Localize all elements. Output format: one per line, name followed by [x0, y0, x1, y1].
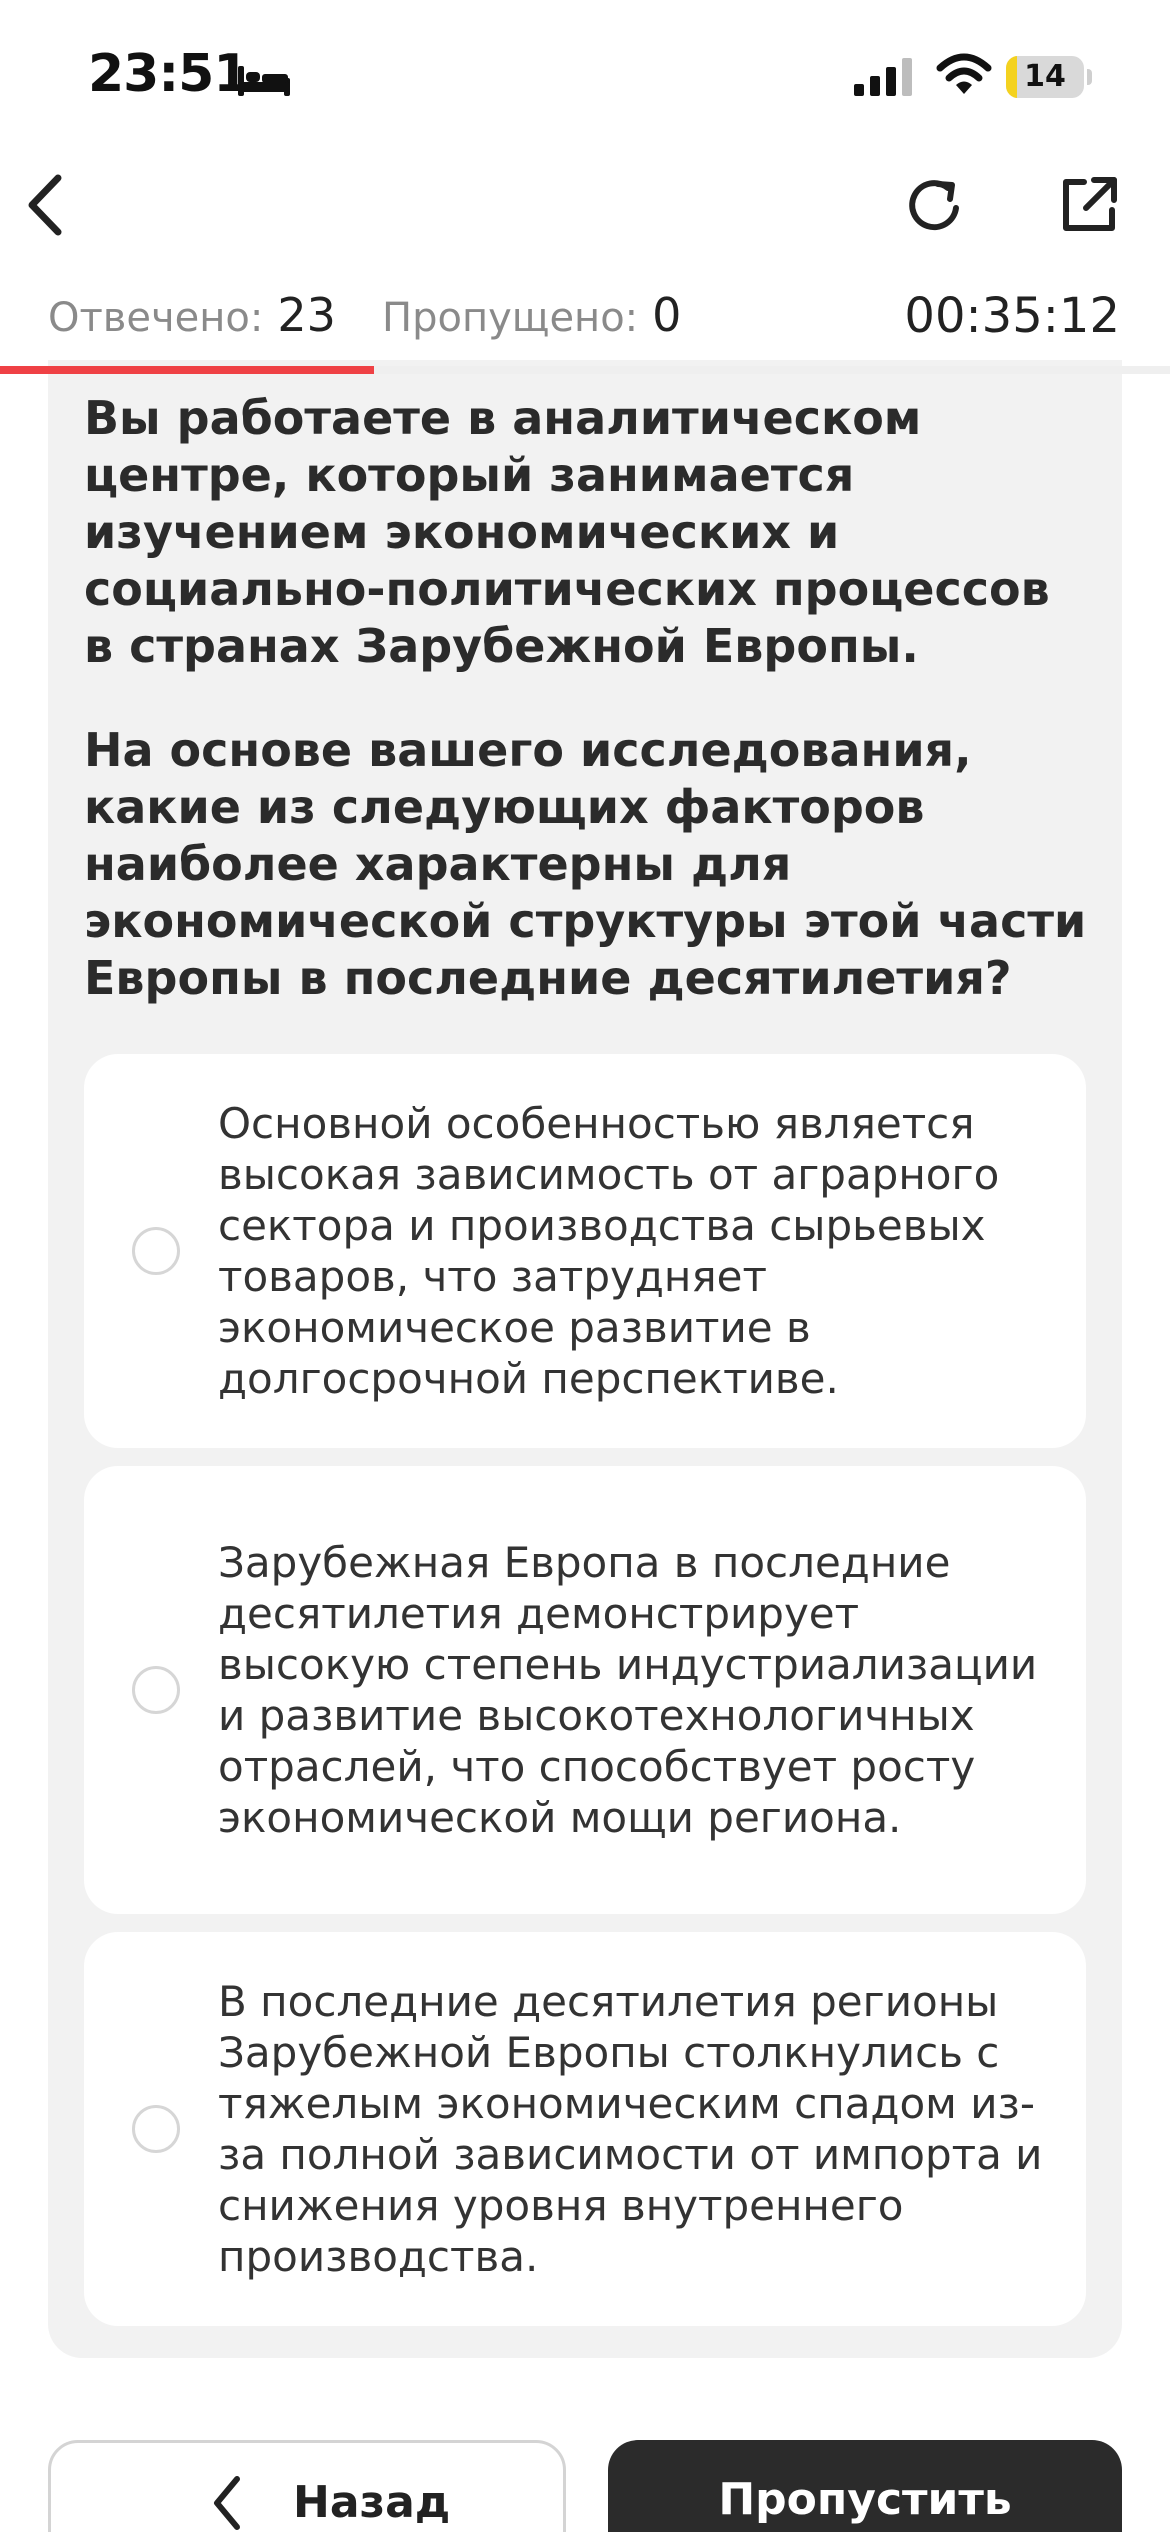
battery-indicator: 14	[1006, 56, 1092, 98]
radio-button[interactable]	[132, 1666, 180, 1714]
radio-button[interactable]	[132, 1227, 180, 1275]
question-intro: Вы работаете в аналитическом центре, кот…	[84, 391, 1050, 673]
chevron-left-icon[interactable]	[20, 170, 72, 240]
external-link-icon[interactable]	[1058, 174, 1120, 236]
bed-icon	[238, 66, 290, 96]
answered-count: 23	[277, 288, 336, 342]
status-bar: 23:51 14	[0, 0, 1170, 150]
answer-option-text: Основной особенностью является высокая з…	[218, 1099, 1000, 1403]
skip-button[interactable]: Пропустить	[608, 2440, 1122, 2532]
battery-level: 14	[1024, 59, 1066, 94]
status-time: 23:51	[88, 44, 250, 104]
wifi-icon	[936, 53, 992, 94]
answer-option-1[interactable]: Основной особенностью является высокая з…	[84, 1054, 1086, 1448]
skipped-count: 0	[652, 288, 682, 342]
skipped-label: Пропущено:	[382, 295, 639, 341]
answer-option-text: В последние десятилетия регионы Зарубежн…	[218, 1977, 1043, 2281]
answered-label: Отвечено:	[48, 295, 264, 341]
reload-icon[interactable]	[900, 172, 968, 240]
question-prompt: На основе вашего исследования, какие из …	[84, 723, 1087, 1005]
screen: 23:51 14 Отвечено: 23 Пропущено: 0 00:35…	[0, 0, 1170, 2532]
skipped-stat: Пропущено: 0	[382, 288, 681, 342]
progress-bar	[0, 366, 1170, 374]
answered-stat: Отвечено: 23	[48, 288, 336, 342]
battery-tip	[1087, 69, 1092, 85]
answer-option-text: Зарубежная Европа в последние десятилети…	[218, 1538, 1038, 1842]
progress-fill	[0, 366, 375, 374]
chevron-left-icon	[214, 2476, 240, 2530]
back-button[interactable]: Назад	[48, 2440, 566, 2532]
radio-button[interactable]	[132, 2105, 180, 2153]
answer-option-2[interactable]: Зарубежная Европа в последние десятилети…	[84, 1466, 1086, 1914]
skip-button-label: Пропустить	[718, 2474, 1012, 2525]
back-button-label: Назад	[293, 2477, 451, 2528]
quiz-timer: 00:35:12	[904, 288, 1120, 344]
cellular-signal-icon	[854, 58, 912, 96]
question-card: Вы работаете в аналитическом центре, кот…	[48, 360, 1122, 2358]
answer-option-3[interactable]: В последние десятилетия регионы Зарубежн…	[84, 1932, 1086, 2326]
battery-body: 14	[1006, 56, 1084, 98]
